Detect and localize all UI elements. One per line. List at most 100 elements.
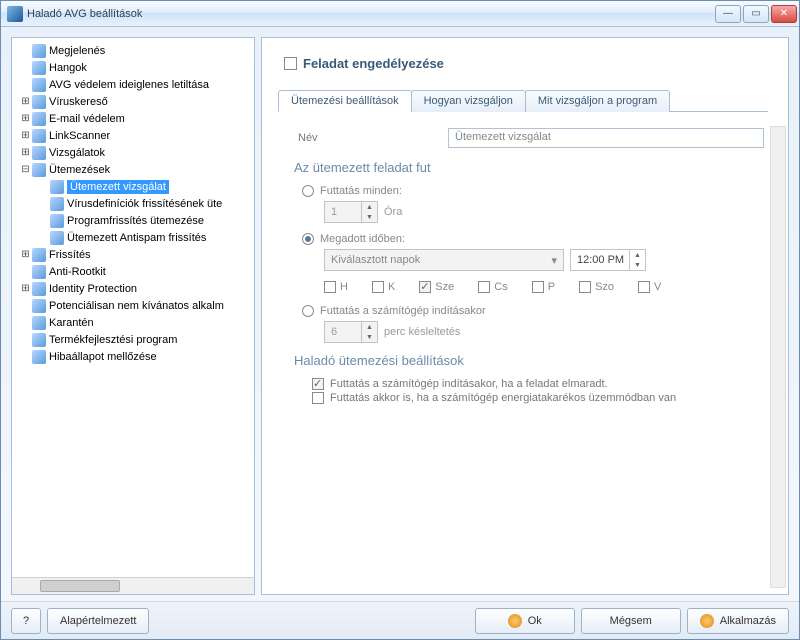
adv-run-on-battery-label: Futtatás akkor is, ha a számítógép energ… <box>330 392 676 404</box>
tree-item-label: Anti-Rootkit <box>49 266 106 278</box>
radio-run-on-startup[interactable] <box>302 305 314 317</box>
tree-node-icon <box>32 316 46 330</box>
window: Haladó AVG beállítások — ▭ ✕ MegjelenésH… <box>0 0 800 640</box>
tree-item[interactable]: Termékfejlesztési program <box>12 331 254 348</box>
tree-node-icon <box>32 163 46 177</box>
day-checkbox-row: H K Sze Cs P Szo V <box>324 281 764 293</box>
app-icon <box>7 6 23 22</box>
tree-expander-icon[interactable]: ⊞ <box>20 96 31 107</box>
tree-pane: MegjelenésHangokAVG védelem ideiglenes l… <box>11 37 255 595</box>
spin-up-icon[interactable]: ▲ <box>361 202 377 212</box>
spin-down-icon[interactable]: ▼ <box>629 260 645 270</box>
tree-item[interactable]: ⊞E-mail védelem <box>12 110 254 127</box>
day-v-checkbox[interactable] <box>638 281 650 293</box>
shield-icon <box>700 614 714 628</box>
name-label: Név <box>298 132 448 144</box>
tree-node-icon <box>50 180 64 194</box>
spin-down-icon[interactable]: ▼ <box>361 332 377 342</box>
tree-item[interactable]: Hangok <box>12 59 254 76</box>
tree-node-icon <box>50 231 64 245</box>
tree-item[interactable]: Ütemezett vizsgálat <box>12 178 254 195</box>
tree-node-icon <box>32 299 46 313</box>
tree-item-label: Potenciálisan nem kívánatos alkalm <box>49 300 224 312</box>
tree-node-icon <box>32 95 46 109</box>
tree-item[interactable]: ⊞Víruskereső <box>12 93 254 110</box>
close-button[interactable]: ✕ <box>771 5 797 23</box>
scrollbar-thumb[interactable] <box>40 580 120 592</box>
detail-pane: Feladat engedélyezése Ütemezési beállítá… <box>261 37 789 595</box>
tree-item[interactable]: Vírusdefiníciók frissítésének üte <box>12 195 254 212</box>
tree-item-label: LinkScanner <box>49 130 110 142</box>
tree-node-icon <box>32 350 46 364</box>
day-h-checkbox[interactable] <box>324 281 336 293</box>
tree-item[interactable]: ⊞ LinkScanner <box>12 127 254 144</box>
adv-run-if-missed-label: Futtatás a számítógép indításakor, ha a … <box>330 378 608 390</box>
tree-horizontal-scrollbar[interactable] <box>12 577 254 594</box>
footer: ? Alapértelmezett Ok Mégsem Alkalmazás <box>1 601 799 639</box>
tree-item-label: Ütemezett Antispam frissítés <box>67 232 206 244</box>
tree-node-icon <box>32 44 46 58</box>
tab-what-to-scan[interactable]: Mit vizsgáljon a program <box>525 90 670 112</box>
selected-days-dropdown[interactable]: Kiválasztott napok ▾ <box>324 249 564 271</box>
tree-expander-icon[interactable]: ⊞ <box>20 113 31 124</box>
tree-item[interactable]: AVG védelem ideiglenes letiltása <box>12 76 254 93</box>
spin-up-icon[interactable]: ▲ <box>629 250 645 260</box>
tree-item[interactable]: Ütemezett Antispam frissítés <box>12 229 254 246</box>
day-cs-checkbox[interactable] <box>478 281 490 293</box>
tree-item-label: Vírusdefiníciók frissítésének üte <box>67 198 222 210</box>
run-every-value-spinner[interactable]: 1 ▲▼ <box>324 201 378 223</box>
default-button[interactable]: Alapértelmezett <box>47 608 149 634</box>
settings-tree[interactable]: MegjelenésHangokAVG védelem ideiglenes l… <box>12 38 254 577</box>
tree-item[interactable]: ⊞Identity Protection <box>12 280 254 297</box>
cancel-button[interactable]: Mégsem <box>581 608 681 634</box>
tab-schedule-settings[interactable]: Ütemezési beállítások <box>278 90 412 112</box>
run-every-unit: Óra <box>384 206 402 218</box>
shield-icon <box>508 614 522 628</box>
day-szo-checkbox[interactable] <box>579 281 591 293</box>
adv-run-on-battery-checkbox[interactable] <box>312 392 324 404</box>
tree-item[interactable]: Hibaállapot mellőzése <box>12 348 254 365</box>
ok-button[interactable]: Ok <box>475 608 575 634</box>
radio-run-every-label: Futtatás minden: <box>320 185 402 197</box>
section-advanced-title: Haladó ütemezési beállítások <box>294 353 764 368</box>
tab-how-to-scan[interactable]: Hogyan vizsgáljon <box>411 90 526 112</box>
detail-vertical-scrollbar[interactable] <box>770 126 786 588</box>
day-p-checkbox[interactable] <box>532 281 544 293</box>
radio-run-every[interactable] <box>302 185 314 197</box>
tree-item[interactable]: ⊞Vizsgálatok <box>12 144 254 161</box>
tree-item-label: Hibaállapot mellőzése <box>49 351 157 363</box>
tree-item[interactable]: ⊞ Frissítés <box>12 246 254 263</box>
tree-item[interactable]: Karantén <box>12 314 254 331</box>
spin-down-icon[interactable]: ▼ <box>361 212 377 222</box>
tree-node-icon <box>32 78 46 92</box>
apply-button[interactable]: Alkalmazás <box>687 608 789 634</box>
tree-expander-icon[interactable]: ⊞ <box>20 130 31 141</box>
tree-expander-icon[interactable]: ⊞ <box>20 147 31 158</box>
schedule-name-input[interactable]: Ütemezett vizsgálat <box>448 128 764 148</box>
radio-run-at-time[interactable] <box>302 233 314 245</box>
tree-item[interactable]: Megjelenés <box>12 42 254 59</box>
maximize-button[interactable]: ▭ <box>743 5 769 23</box>
startup-delay-spinner[interactable]: 6 ▲▼ <box>324 321 378 343</box>
tree-item[interactable]: ⊟Ütemezések <box>12 161 254 178</box>
enable-task-checkbox[interactable] <box>284 57 297 70</box>
tree-expander-icon[interactable]: ⊞ <box>20 283 31 294</box>
tree-item[interactable]: Anti-Rootkit <box>12 263 254 280</box>
day-k-checkbox[interactable] <box>372 281 384 293</box>
spin-up-icon[interactable]: ▲ <box>361 322 377 332</box>
tree-item-label: Frissítés <box>49 249 91 261</box>
radio-run-at-time-label: Megadott időben: <box>320 233 405 245</box>
tree-item[interactable]: Potenciálisan nem kívánatos alkalm <box>12 297 254 314</box>
minimize-button[interactable]: — <box>715 5 741 23</box>
day-sze-checkbox[interactable] <box>419 281 431 293</box>
adv-run-if-missed-checkbox[interactable] <box>312 378 324 390</box>
tree-item-label: Karantén <box>49 317 94 329</box>
tree-node-icon <box>32 112 46 126</box>
tree-item[interactable]: Programfrissítés ütemezése <box>12 212 254 229</box>
tree-node-icon <box>32 333 46 347</box>
time-input[interactable]: 12:00 PM ▲▼ <box>570 249 646 271</box>
titlebar: Haladó AVG beállítások — ▭ ✕ <box>1 1 799 27</box>
help-button[interactable]: ? <box>11 608 41 634</box>
tree-expander-icon[interactable]: ⊞ <box>20 249 31 260</box>
tree-expander-icon[interactable]: ⊟ <box>20 164 31 175</box>
